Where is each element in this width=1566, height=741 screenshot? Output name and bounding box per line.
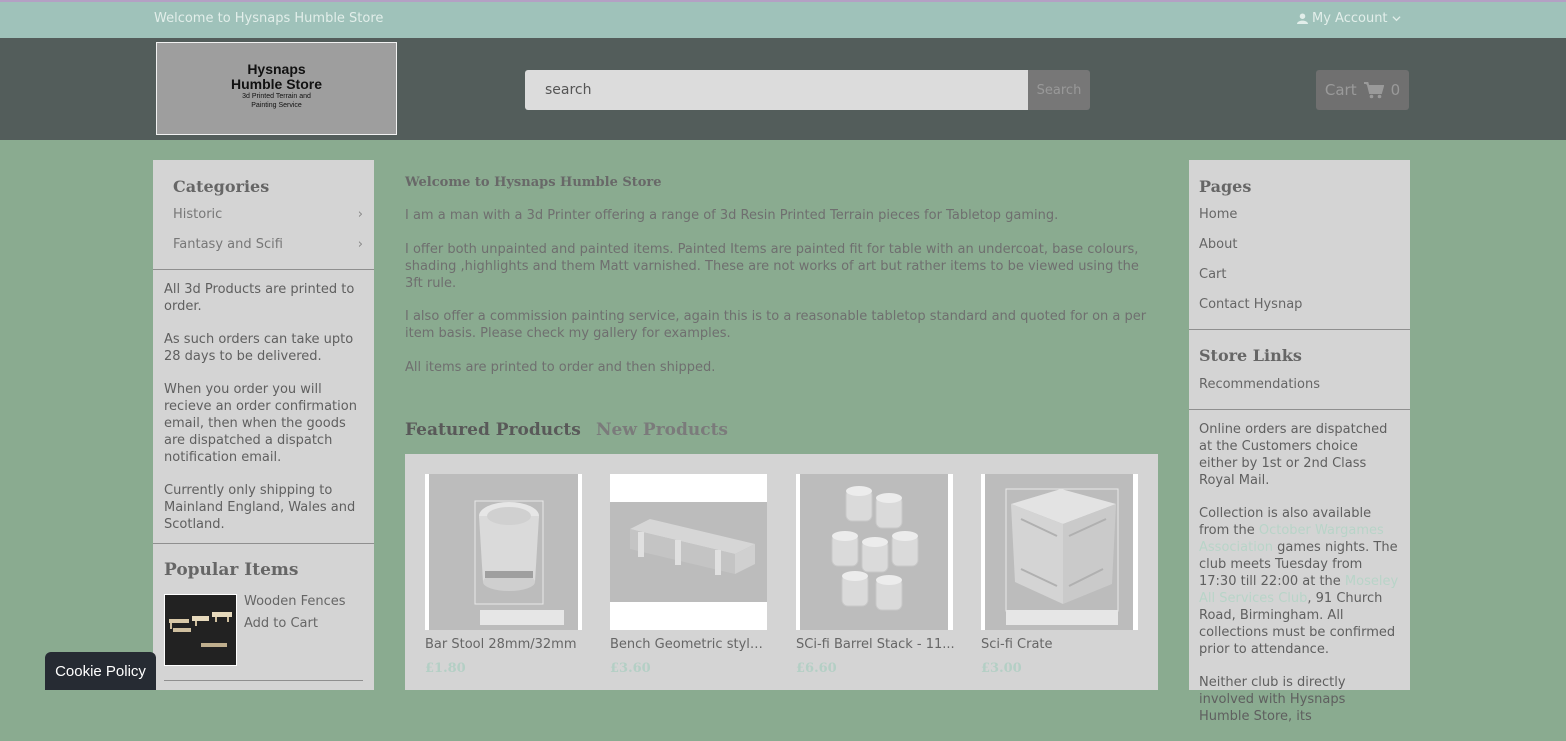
disclaimer-paragraph: Neither club is directly involved with H… — [1199, 675, 1346, 724]
store-link-recommendations[interactable]: Recommendations — [1199, 377, 1320, 392]
category-fantasy-scifi[interactable]: Fantasy and Scifi › — [173, 237, 363, 252]
shopping-cart-icon — [1363, 81, 1384, 98]
scifi-crate-image — [985, 474, 1133, 630]
divider — [153, 269, 374, 270]
pages-heading: Pages — [1199, 177, 1252, 196]
product-name[interactable]: SCi-fi Barrel Stack - 11... — [796, 637, 956, 652]
category-historic[interactable]: Historic › — [173, 207, 363, 222]
page-link-home[interactable]: Home — [1199, 207, 1237, 222]
page-link-cart[interactable]: Cart — [1199, 267, 1227, 282]
divider — [1189, 329, 1410, 330]
logo-line-4: Painting Service — [251, 102, 302, 109]
cookie-policy-button[interactable]: Cookie Policy — [45, 652, 156, 690]
search-button[interactable]: Search — [1028, 70, 1090, 110]
popular-items-heading: Popular Items — [164, 560, 299, 580]
my-account-menu[interactable]: My Account — [1297, 11, 1401, 26]
logo-line-3: 3d Printed Terrain and — [242, 93, 311, 100]
product-image[interactable] — [425, 474, 582, 630]
info-paragraph: When you order you will recieve an order… — [164, 382, 357, 465]
info-paragraph: As such orders can take upto 28 days to … — [164, 332, 354, 364]
site-header: Hysnaps Humble Store 3d Printed Terrain … — [0, 38, 1566, 140]
product-name[interactable]: Bench Geometric style ... — [610, 637, 770, 652]
tab-featured-products[interactable]: Featured Products — [405, 420, 581, 440]
intro-paragraph: I also offer a commission painting servi… — [405, 309, 1147, 341]
bench-image — [610, 502, 767, 602]
categories-heading: Categories — [173, 177, 270, 196]
welcome-title: Welcome to Hysnaps Humble Store — [405, 175, 662, 190]
barrel-stack-image — [800, 474, 948, 630]
category-label: Fantasy and Scifi — [173, 237, 283, 252]
logo-line-2: Humble Store — [230, 76, 322, 92]
left-sidebar: Categories Historic › Fantasy and Scifi … — [153, 160, 374, 690]
product-image[interactable] — [981, 474, 1138, 630]
category-label: Historic — [173, 207, 223, 222]
intro-paragraph: I offer both unpainted and painted items… — [405, 242, 1139, 291]
cart-label: Cart — [1324, 81, 1357, 99]
search-input[interactable] — [525, 70, 1028, 110]
chevron-right-icon: › — [357, 207, 363, 222]
logo-line-1: Hysnaps — [247, 61, 306, 77]
product-image[interactable] — [610, 474, 767, 630]
store-logo[interactable]: Hysnaps Humble Store 3d Printed Terrain … — [156, 42, 397, 135]
product-image[interactable] — [796, 474, 953, 630]
tab-new-products[interactable]: New Products — [596, 420, 728, 440]
chevron-down-icon — [1391, 16, 1401, 22]
product-name[interactable]: Bar Stool 28mm/32mm — [425, 637, 585, 652]
wooden-fences-thumbnail[interactable] — [164, 594, 237, 666]
cart-button[interactable]: Cart 0 — [1316, 70, 1409, 110]
welcome-message: Welcome to Hysnaps Humble Store — [154, 11, 384, 26]
popular-item-name[interactable]: Wooden Fences — [244, 594, 346, 609]
intro-paragraph: All items are printed to order and then … — [405, 360, 716, 375]
top-bar: Welcome to Hysnaps Humble Store My Accou… — [0, 0, 1566, 38]
user-icon — [1297, 13, 1308, 24]
dispatch-paragraph: Online orders are dispatched at the Cust… — [1199, 422, 1388, 488]
page-link-contact[interactable]: Contact Hysnap — [1199, 297, 1302, 312]
divider — [153, 543, 374, 544]
collection-paragraph: Collection is also available from the Oc… — [1199, 505, 1399, 658]
store-links-heading: Store Links — [1199, 346, 1302, 365]
shipping-info: All 3d Products are printed to order. As… — [164, 281, 359, 549]
my-account-label: My Account — [1312, 11, 1388, 26]
product-name[interactable]: Sci-fi Crate — [981, 637, 1141, 652]
fence-image — [165, 595, 236, 665]
chevron-right-icon: › — [357, 237, 363, 252]
divider — [1189, 409, 1410, 410]
divider — [164, 680, 363, 681]
product-price: £3.00 — [981, 661, 1022, 676]
product-grid: Bar Stool 28mm/32mm £1.80 Bench Geometri… — [405, 454, 1158, 690]
info-paragraph: Currently only shipping to Mainland Engl… — [164, 483, 356, 532]
dispatch-info: Online orders are dispatched at the Cust… — [1199, 421, 1399, 741]
intro-paragraph: I am a man with a 3d Printer offering a … — [405, 208, 1059, 223]
right-sidebar: Pages Home About Cart Contact Hysnap Sto… — [1189, 160, 1410, 724]
bar-stool-image — [429, 474, 578, 630]
page-link-about[interactable]: About — [1199, 237, 1237, 252]
product-price: £1.80 — [425, 661, 466, 676]
product-price: £3.60 — [610, 661, 651, 676]
info-paragraph: All 3d Products are printed to order. — [164, 282, 355, 314]
product-price: £6.60 — [796, 661, 837, 676]
cart-count: 0 — [1390, 81, 1401, 99]
popular-add-to-cart-link[interactable]: Add to Cart — [244, 616, 318, 631]
